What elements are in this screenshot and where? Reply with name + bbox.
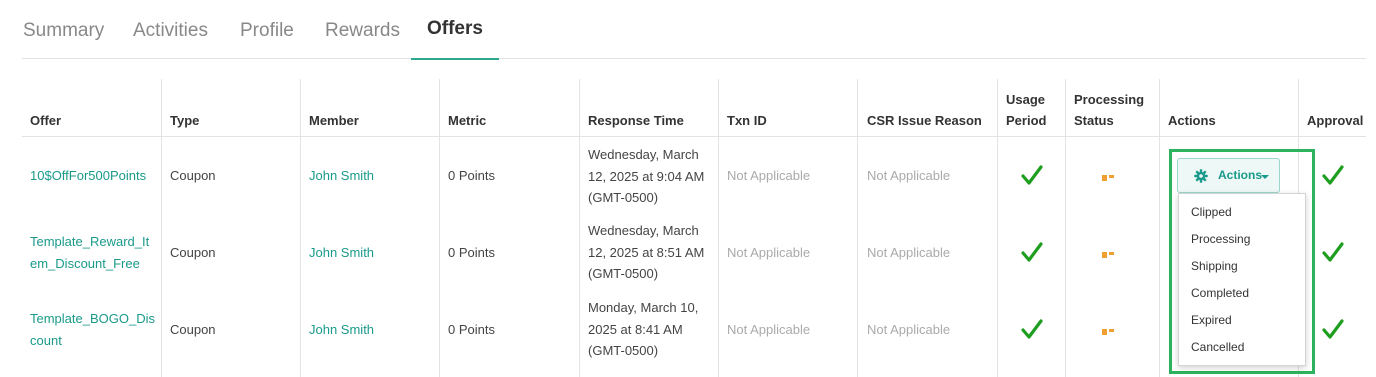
column-divider xyxy=(1065,79,1066,377)
check-icon xyxy=(1322,319,1344,339)
response-time-line: (GMT-0500) xyxy=(588,343,659,358)
metric-value: 0 Points xyxy=(448,245,495,260)
tab-bar: Summary Activities Profile Rewards Offer… xyxy=(22,0,1366,60)
col-header-processing-status-line1: Processing xyxy=(1074,92,1145,107)
check-icon xyxy=(1021,165,1043,185)
gear-icon xyxy=(1194,169,1208,183)
pending-dashes-icon xyxy=(1102,329,1122,335)
response-time-line: Wednesday, March xyxy=(588,223,699,238)
col-header-member[interactable]: Member xyxy=(309,110,359,131)
txn-id-value: Not Applicable xyxy=(727,168,811,183)
offer-link[interactable]: 10$OffFor500Points xyxy=(30,165,146,187)
pending-dashes-icon xyxy=(1102,252,1122,258)
offer-name-line: em_Discount_Free xyxy=(30,255,140,271)
tab-offers[interactable]: Offers xyxy=(411,0,499,60)
col-header-offer[interactable]: Offer xyxy=(30,110,61,131)
menu-item-clipped[interactable]: Clipped xyxy=(1191,205,1232,219)
offer-type: Coupon xyxy=(170,245,216,260)
offer-type: Coupon xyxy=(170,168,216,183)
csr-issue-reason-value: Not Applicable xyxy=(867,168,951,183)
member-link[interactable]: John Smith xyxy=(309,319,374,341)
actions-dropdown-button[interactable]: Actions xyxy=(1177,158,1280,193)
chevron-down-icon xyxy=(1261,175,1269,179)
menu-item-expired[interactable]: Expired xyxy=(1191,313,1232,327)
offer-name-line: Template_Reward_It xyxy=(30,234,150,249)
response-time-line: (GMT-0500) xyxy=(588,266,659,281)
col-header-type[interactable]: Type xyxy=(170,110,199,131)
menu-item-cancelled[interactable]: Cancelled xyxy=(1191,340,1244,354)
member-link[interactable]: John Smith xyxy=(309,242,374,264)
check-icon xyxy=(1322,165,1344,185)
txn-id-value: Not Applicable xyxy=(727,245,811,260)
member-link[interactable]: John Smith xyxy=(309,165,374,187)
response-time-line: Monday, March 10, xyxy=(588,300,699,315)
col-header-processing-status[interactable]: Processing Status xyxy=(1074,89,1144,131)
col-header-txn-id[interactable]: Txn ID xyxy=(727,110,767,131)
actions-dropdown-menu: Clipped Processing Shipping Completed Ex… xyxy=(1178,193,1306,366)
response-time-line: (GMT-0500) xyxy=(588,190,659,205)
offer-link[interactable]: Template_Reward_It em_Discount_Free xyxy=(30,231,149,274)
tab-activities[interactable]: Activities xyxy=(133,0,208,59)
col-header-csr-issue-reason[interactable]: CSR Issue Reason xyxy=(867,110,982,131)
column-divider xyxy=(579,79,580,377)
offer-type: Coupon xyxy=(170,322,216,337)
csr-issue-reason-value: Not Applicable xyxy=(867,322,951,337)
column-divider xyxy=(300,79,301,377)
response-time-line: 12, 2025 at 8:51 AM xyxy=(588,244,705,260)
menu-item-completed[interactable]: Completed xyxy=(1191,286,1249,300)
col-header-approval[interactable]: Approval xyxy=(1307,110,1363,131)
check-icon xyxy=(1322,242,1344,262)
col-header-response-time[interactable]: Response Time xyxy=(588,110,684,131)
col-header-usage-period[interactable]: Usage Period xyxy=(1006,89,1046,131)
column-divider xyxy=(997,79,998,377)
metric-value: 0 Points xyxy=(448,322,495,337)
column-divider xyxy=(1159,79,1160,377)
col-header-actions: Actions xyxy=(1168,113,1216,128)
col-header-processing-status-line2: Status xyxy=(1074,113,1114,128)
tab-rewards[interactable]: Rewards xyxy=(325,0,400,59)
check-icon xyxy=(1021,319,1043,339)
offer-name-line: Template_BOGO_Dis xyxy=(30,311,155,326)
response-time-line: 12, 2025 at 9:04 AM xyxy=(588,168,705,184)
column-divider xyxy=(718,79,719,377)
txn-id-value: Not Applicable xyxy=(727,322,811,337)
offer-name-line: 10$OffFor500Points xyxy=(30,168,147,183)
response-time-line: 2025 at 8:41 AM xyxy=(588,321,683,337)
response-time: Wednesday, March 12, 2025 at 8:51 AM (GM… xyxy=(588,220,704,285)
metric-value: 0 Points xyxy=(448,168,495,183)
pending-dashes-icon xyxy=(1102,175,1122,181)
csr-issue-reason-value: Not Applicable xyxy=(867,245,951,260)
response-time-line: Wednesday, March xyxy=(588,147,699,162)
col-header-metric[interactable]: Metric xyxy=(448,110,486,131)
column-divider xyxy=(161,79,162,377)
menu-item-shipping[interactable]: Shipping xyxy=(1191,259,1238,273)
menu-item-processing[interactable]: Processing xyxy=(1191,232,1250,246)
response-time: Monday, March 10, 2025 at 8:41 AM (GMT-0… xyxy=(588,297,698,362)
actions-button-label: Actions xyxy=(1218,168,1263,182)
check-icon xyxy=(1021,242,1043,262)
col-header-usage-period-line2: Period xyxy=(1006,113,1047,128)
header-divider xyxy=(22,136,1366,137)
column-divider xyxy=(439,79,440,377)
offer-link[interactable]: Template_BOGO_Dis count xyxy=(30,308,155,351)
offer-name-line: count xyxy=(30,332,62,348)
tab-summary[interactable]: Summary xyxy=(23,0,104,59)
column-divider xyxy=(857,79,858,377)
tab-profile[interactable]: Profile xyxy=(240,0,294,59)
col-header-usage-period-line1: Usage xyxy=(1006,92,1046,107)
response-time: Wednesday, March 12, 2025 at 9:04 AM (GM… xyxy=(588,144,704,209)
